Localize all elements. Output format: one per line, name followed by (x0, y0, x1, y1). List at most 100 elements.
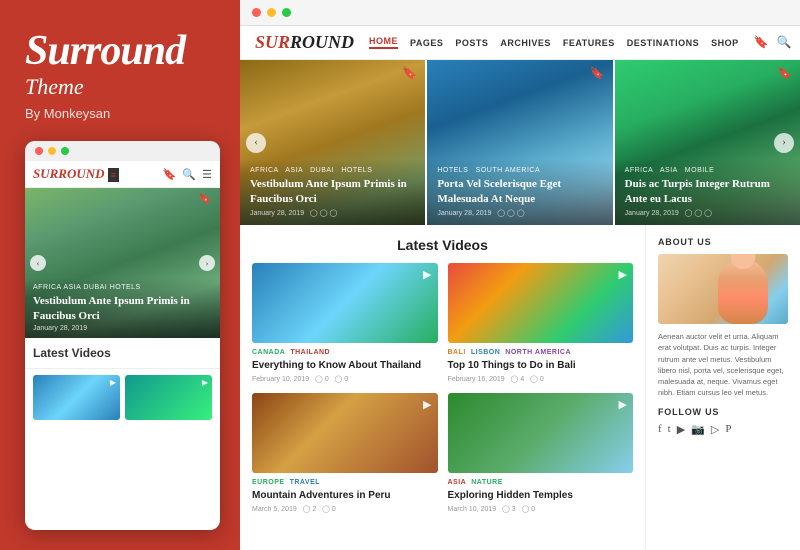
mobile-thumb-1: ▶ (33, 375, 120, 420)
site-logo: SURROUND (255, 32, 354, 53)
hero-slide-1: ‹ 🔖 AFRICA ASIA DUBAI HOTELS Vestibulum … (240, 60, 425, 225)
video-icon-2: ▶ (619, 268, 627, 281)
menu-icon[interactable]: ☰ (202, 168, 212, 181)
hero-slider: ‹ 🔖 AFRICA ASIA DUBAI HOTELS Vestibulum … (240, 60, 800, 225)
video-3-title: Mountain Adventures in Peru (252, 489, 438, 502)
video-2-tag-na: NORTH AMERICA (505, 349, 571, 356)
social-pinterest[interactable]: P (725, 423, 731, 435)
mobile-thumb-2: ▶ (125, 375, 212, 420)
video-3-tag-2: TRAVEL (290, 479, 320, 486)
dot-yellow (48, 147, 56, 155)
video-4-tags: ASIA NATURE (448, 479, 634, 486)
hero-slide-3: › 🔖 AFRICA ASIA MOBILE Duis ac Turpis In… (615, 60, 800, 225)
slide-2-bookmark[interactable]: 🔖 (590, 66, 605, 81)
slide-1-title: Vestibulum Ante Ipsum Primis in Faucibus… (250, 177, 415, 206)
social-instagram[interactable]: 📷 (691, 423, 705, 436)
dot-red (35, 147, 43, 155)
social-twitter[interactable]: t (668, 423, 671, 435)
video-1-tag-canada: CANADA (252, 349, 285, 356)
video-grid: ▶ CANADA THAILAND Everything to Know Abo… (252, 263, 633, 513)
slide-2-title: Porta Vel Scelerisque Eget Malesuada At … (437, 177, 602, 206)
video-4-date: March 10, 2019 (448, 506, 497, 513)
brand-sub: Theme (25, 74, 220, 100)
main-content: Latest Videos ▶ CANADA THAILAND Everythi… (240, 225, 800, 550)
video-2-tag-bali: BALI (448, 349, 466, 356)
video-3-date: March 5, 2019 (252, 506, 297, 513)
video-thumb-1[interactable]: ▶ (252, 263, 438, 343)
site-logo-round: ROUND (290, 32, 354, 52)
nav-destinations[interactable]: DESTINATIONS (627, 38, 699, 48)
person-body (718, 259, 768, 324)
mobile-hero-overlay: AFRICA ASIA DUBAI HOTELS Vestibulum Ante… (25, 278, 220, 338)
section-title-latest: Latest Videos (252, 237, 633, 253)
mobile-nav: SURROUND ≡ 🔖 🔍 ☰ (25, 161, 220, 188)
social-facebook[interactable]: f (658, 423, 662, 435)
about-photo (658, 254, 788, 324)
slide-1-overlay: AFRICA ASIA DUBAI HOTELS Vestibulum Ante… (240, 159, 425, 225)
search-icon[interactable]: 🔍 (182, 168, 196, 181)
mobile-mockup: SURROUND ≡ 🔖 🔍 ☰ ‹ › 🔖 AFRICA ASIA DUBAI… (25, 141, 220, 530)
mobile-hero: ‹ › 🔖 AFRICA ASIA DUBAI HOTELS Vestibulu… (25, 188, 220, 338)
social-youtube[interactable]: ▶ (677, 423, 685, 436)
nav-pages[interactable]: PAGES (410, 38, 443, 48)
video-icon-4: ▶ (619, 398, 627, 411)
video-thumb-2[interactable]: ▶ (448, 263, 634, 343)
slide-3-bookmark[interactable]: 🔖 (777, 66, 792, 81)
slide-arrow-right[interactable]: › (774, 133, 794, 153)
social-vimeo[interactable]: ▷ (711, 423, 719, 436)
video-3-meta: March 5, 2019 ◯ 2 ◯ 0 (252, 505, 438, 513)
follow-title: FOLLOW US (658, 407, 788, 417)
bookmark-icon[interactable]: 🔖 (163, 168, 177, 181)
video-2-date: February 16, 2019 (448, 376, 505, 383)
video-4-tag-2: NATURE (471, 479, 503, 486)
video-2-tags: BALI LISBON NORTH AMERICA (448, 349, 634, 356)
video-2-title: Top 10 Things to Do in Bali (448, 359, 634, 372)
nav-home[interactable]: HOME (369, 36, 398, 49)
brand-title: Surround (25, 30, 220, 72)
dot-green (61, 147, 69, 155)
video-1-title: Everything to Know About Thailand (252, 359, 438, 372)
video-card-3: ▶ EUROPE TRAVEL Mountain Adventures in P… (252, 393, 438, 513)
video-card-2: ▶ BALI LISBON NORTH AMERICA Top 10 Thing… (448, 263, 634, 383)
slide-arrow-left[interactable]: ‹ (246, 133, 266, 153)
mobile-nav-icons: 🔖 🔍 ☰ (163, 168, 212, 181)
mobile-dots (25, 141, 220, 161)
video-2-meta: February 16, 2019 ◯ 4 ◯ 0 (448, 375, 634, 383)
video-thumb-3[interactable]: ▶ (252, 393, 438, 473)
video-3-tag-1: EUROPE (252, 479, 285, 486)
site-header-icons: 🔖 🔍 ☰ (754, 35, 800, 50)
slide-3-overlay: AFRICA ASIA MOBILE Duis ac Turpis Intege… (615, 159, 800, 225)
site-nav: HOME PAGES POSTS ARCHIVES FEATURES DESTI… (369, 36, 739, 49)
slide-1-date: January 28, 2019 ◯ ◯ ◯ (250, 209, 415, 217)
header-bookmark-icon[interactable]: 🔖 (754, 35, 769, 50)
browser-dot-yellow (267, 8, 276, 17)
slide-1-bookmark[interactable]: 🔖 (402, 66, 417, 81)
mobile-hero-title: Vestibulum Ante Ipsum Primis in Faucibus… (33, 294, 212, 323)
mobile-arrow-left[interactable]: ‹ (30, 255, 46, 271)
header-search-icon[interactable]: 🔍 (777, 35, 792, 50)
mobile-video-thumbs: ▶ ▶ (25, 369, 220, 426)
about-title: ABOUT US (658, 237, 788, 247)
nav-features[interactable]: FEATURES (563, 38, 615, 48)
video-4-title: Exploring Hidden Temples (448, 489, 634, 502)
mobile-arrow-right[interactable]: › (199, 255, 215, 271)
nav-shop[interactable]: SHOP (711, 38, 739, 48)
video-2-tag-lisbon: LISBON (471, 349, 500, 356)
video-icon-1: ▶ (423, 268, 431, 281)
video-1-tags: CANADA THAILAND (252, 349, 438, 356)
video-1-meta: February 10, 2019 ◯ 0 ◯ 0 (252, 375, 438, 383)
slide-3-tags: AFRICA ASIA MOBILE (625, 167, 790, 174)
mobile-bookmark[interactable]: 🔖 (198, 192, 212, 205)
mobile-latest-title: Latest Videos (25, 338, 220, 369)
video-card-4: ▶ ASIA NATURE Exploring Hidden Temples M… (448, 393, 634, 513)
nav-archives[interactable]: ARCHIVES (500, 38, 551, 48)
mobile-video-icon-2: ▶ (202, 378, 208, 387)
site-header: SURROUND HOME PAGES POSTS ARCHIVES FEATU… (240, 26, 800, 60)
slide-3-title: Duis ac Turpis Integer Rutrum Ante eu La… (625, 177, 790, 206)
video-1-date: February 10, 2019 (252, 376, 309, 383)
mobile-logo-box: ≡ (108, 168, 119, 182)
mobile-logo: SURROUND ≡ (33, 166, 157, 182)
browser-chrome (240, 0, 800, 26)
nav-posts[interactable]: POSTS (455, 38, 488, 48)
video-thumb-4[interactable]: ▶ (448, 393, 634, 473)
